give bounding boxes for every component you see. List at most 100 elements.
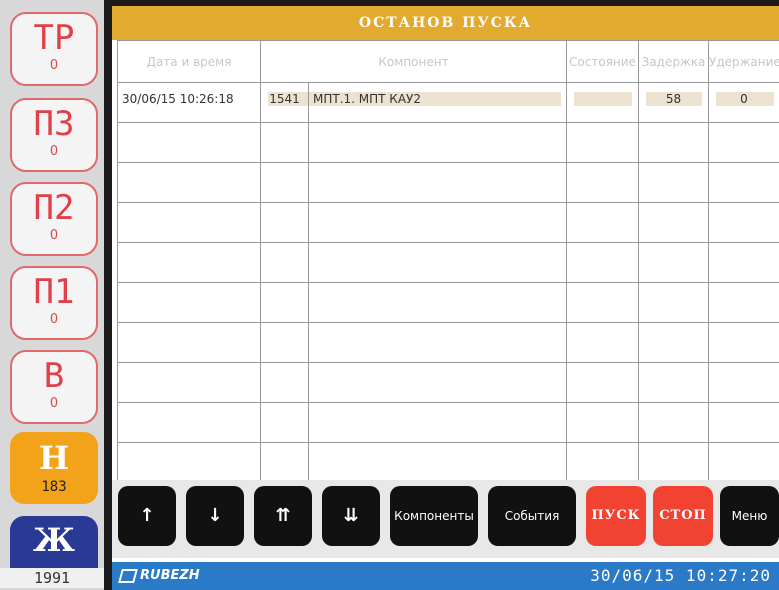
cell-empty: [709, 123, 779, 163]
p3-counter-button[interactable]: П3 0: [10, 98, 98, 172]
cell-empty: [261, 283, 309, 323]
events-table: Дата и время Компонент Состояние Задержк…: [117, 40, 779, 481]
page-up-button[interactable]: ⇈: [254, 486, 312, 546]
cell-empty: [261, 123, 309, 163]
cell-empty: [118, 443, 261, 481]
table-row[interactable]: [118, 323, 779, 363]
p2-count: 0: [49, 228, 59, 243]
p1-count: 0: [49, 312, 59, 327]
table-row[interactable]: [118, 403, 779, 443]
zh-counter-button[interactable]: Ж 1991: [0, 516, 104, 588]
tr-count: 0: [49, 58, 59, 73]
cell-empty: [261, 443, 309, 481]
b-counter-button[interactable]: В 0: [10, 350, 98, 424]
cell-date: 30/06/15 10:26:18: [118, 83, 261, 123]
cell-empty: [261, 163, 309, 203]
start-button[interactable]: ПУСК: [586, 486, 646, 546]
cell-empty: [118, 283, 261, 323]
cell-empty: [567, 323, 639, 363]
p2-counter-button[interactable]: П2 0: [10, 182, 98, 256]
logo-mark-icon: [118, 568, 138, 583]
cell-empty: [118, 163, 261, 203]
cell-empty: [261, 403, 309, 443]
tr-code: ТР: [33, 18, 75, 58]
table-row[interactable]: [118, 363, 779, 403]
cell-empty: [567, 163, 639, 203]
cell-state: [567, 83, 639, 123]
bottom-toolbar: ↑ ↓ ⇈ ⇊ Компоненты События ПУСК СТОП Мен…: [112, 480, 779, 558]
table-row[interactable]: [118, 123, 779, 163]
clock: 30/06/15 10:27:20: [590, 566, 771, 585]
header-hold: Удержание: [709, 41, 779, 83]
cell-empty: [118, 403, 261, 443]
cell-empty: [309, 443, 567, 481]
components-button[interactable]: Компоненты: [390, 486, 478, 546]
cell-empty: [567, 203, 639, 243]
main-screen: ОСТАНОВ ПУСКА Дата и время Компонент Сос…: [112, 6, 779, 590]
header-state: Состояние: [567, 41, 639, 83]
cell-empty: [261, 323, 309, 363]
cell-empty: [261, 243, 309, 283]
cell-empty: [309, 123, 567, 163]
table-row[interactable]: [118, 163, 779, 203]
page-title: ОСТАНОВ ПУСКА: [112, 6, 779, 40]
cell-empty: [709, 363, 779, 403]
scroll-down-button[interactable]: ↓: [186, 486, 244, 546]
table-row[interactable]: [118, 243, 779, 283]
logo-text: RUBEZH: [140, 568, 200, 583]
cell-empty: [709, 283, 779, 323]
cell-empty: [261, 363, 309, 403]
cell-empty: [118, 363, 261, 403]
table-row[interactable]: [118, 203, 779, 243]
h-counter-button[interactable]: Н 183: [10, 432, 98, 504]
p1-counter-button[interactable]: П1 0: [10, 266, 98, 340]
zh-code: Ж: [33, 521, 75, 559]
p3-count: 0: [49, 144, 59, 159]
cell-empty: [309, 163, 567, 203]
p3-code: П3: [33, 104, 75, 144]
cell-empty: [709, 443, 779, 481]
cell-empty: [639, 283, 709, 323]
logo: RUBEZH: [118, 567, 200, 585]
cell-empty: [567, 363, 639, 403]
cell-empty: [118, 323, 261, 363]
cell-empty: [639, 163, 709, 203]
zh-count: 1991: [0, 568, 104, 588]
cell-empty: [309, 403, 567, 443]
menu-button[interactable]: Меню: [720, 486, 779, 546]
cell-empty: [567, 283, 639, 323]
cell-empty: [639, 403, 709, 443]
cell-empty: [709, 403, 779, 443]
h-count: 183: [41, 479, 67, 495]
cell-empty: [261, 203, 309, 243]
table-row[interactable]: [118, 283, 779, 323]
cell-empty: [639, 123, 709, 163]
cell-component: МПТ.1. МПТ КАУ2: [309, 83, 567, 123]
tr-counter-button[interactable]: ТР 0: [10, 12, 98, 86]
cell-empty: [118, 123, 261, 163]
cell-empty: [118, 243, 261, 283]
scroll-up-button[interactable]: ↑: [118, 486, 176, 546]
cell-empty: [567, 123, 639, 163]
cell-empty: [309, 323, 567, 363]
p1-code: П1: [33, 272, 75, 312]
b-count: 0: [49, 396, 59, 411]
table-row[interactable]: [118, 443, 779, 481]
cell-empty: [309, 203, 567, 243]
stop-button[interactable]: СТОП: [653, 486, 713, 546]
h-code: Н: [38, 439, 70, 477]
cell-empty: [639, 323, 709, 363]
cell-empty: [567, 243, 639, 283]
cell-empty: [639, 243, 709, 283]
cell-empty: [567, 443, 639, 481]
cell-empty: [709, 163, 779, 203]
cell-empty: [309, 243, 567, 283]
header-delay: Задержка: [639, 41, 709, 83]
header-component: Компонент: [261, 41, 567, 83]
p2-code: П2: [33, 188, 75, 228]
header-date: Дата и время: [118, 41, 261, 83]
page-down-button[interactable]: ⇊: [322, 486, 380, 546]
events-button[interactable]: События: [488, 486, 576, 546]
cell-empty: [309, 363, 567, 403]
table-row[interactable]: 30/06/15 10:26:18 1541 МПТ.1. МПТ КАУ2 5…: [118, 83, 779, 123]
